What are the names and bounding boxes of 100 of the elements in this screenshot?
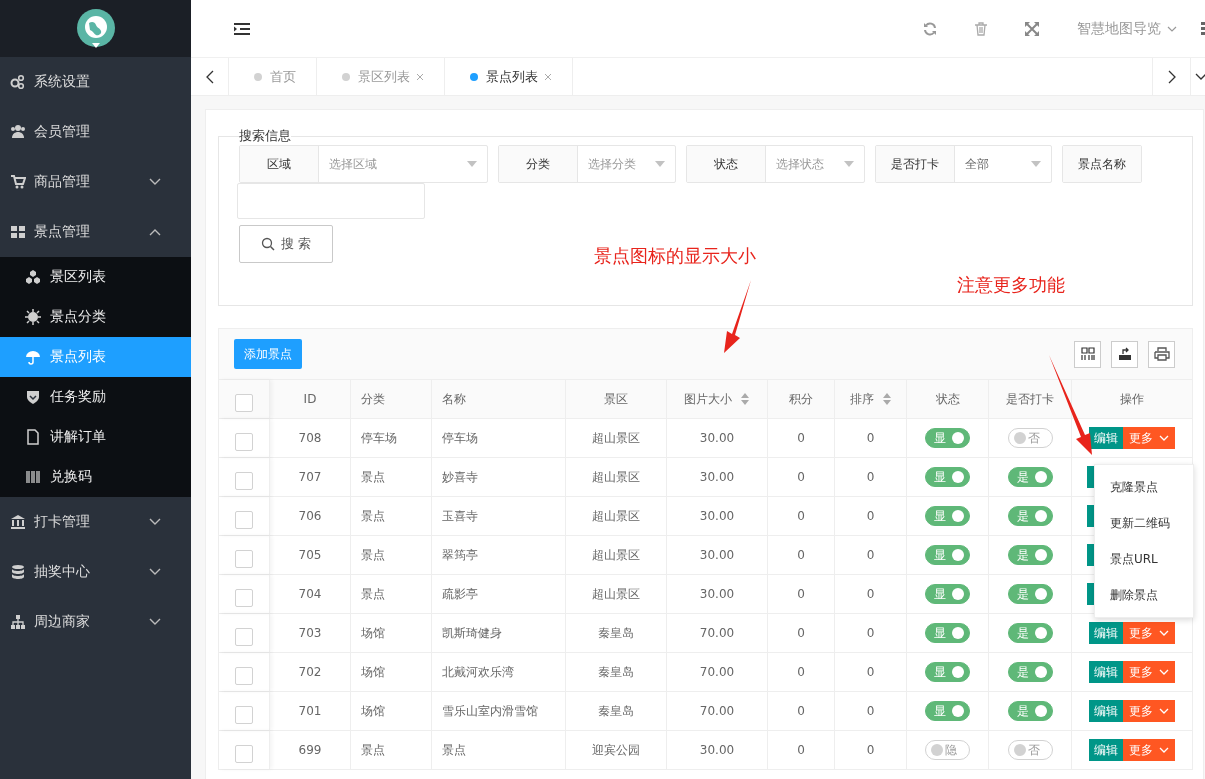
status-switch[interactable]: 隐 bbox=[925, 740, 970, 760]
close-icon[interactable] bbox=[544, 72, 552, 81]
fullscreen-icon[interactable] bbox=[1025, 21, 1039, 36]
sort-icon[interactable] bbox=[881, 393, 892, 405]
column-header: 图片大小 bbox=[684, 390, 732, 408]
edit-button[interactable]: 编辑 bbox=[1089, 700, 1123, 722]
menu-item[interactable]: 景点URL bbox=[1095, 541, 1193, 577]
table-cell: 超山景区 bbox=[592, 585, 640, 603]
database-icon bbox=[10, 564, 26, 580]
column-header: 分类 bbox=[361, 390, 385, 408]
table-cell: 秦皇岛 bbox=[598, 663, 634, 681]
table-cell: 雪乐山室内滑雪馆 bbox=[442, 702, 538, 720]
tab[interactable]: 首页 bbox=[229, 58, 317, 95]
menu-item[interactable]: 抽奖中心 bbox=[0, 547, 191, 597]
submenu-item[interactable]: 讲解订单 bbox=[0, 417, 191, 457]
row-checkbox[interactable] bbox=[235, 667, 253, 685]
menu-item[interactable]: 周边商家 bbox=[0, 597, 191, 647]
checkin-switch[interactable]: 否 bbox=[1007, 740, 1053, 760]
cart-icon bbox=[10, 174, 26, 190]
menu-item[interactable]: 系统设置 bbox=[0, 57, 191, 107]
barcode-icon bbox=[25, 469, 41, 485]
checkin-switch[interactable]: 是 bbox=[1007, 701, 1053, 721]
table-cell: 景点 bbox=[442, 741, 466, 759]
checkin-switch[interactable]: 是 bbox=[1007, 662, 1053, 682]
status-switch[interactable]: 显 bbox=[925, 545, 970, 565]
submenu-item[interactable]: 任务奖励 bbox=[0, 377, 191, 417]
more-button[interactable]: 更多 bbox=[1123, 700, 1175, 722]
edit-button[interactable]: 编辑 bbox=[1089, 661, 1123, 683]
user-menu[interactable]: 智慧地图导览 bbox=[1077, 19, 1161, 38]
status-switch[interactable]: 显 bbox=[925, 506, 970, 526]
row-checkbox[interactable] bbox=[235, 589, 253, 607]
row-checkbox[interactable] bbox=[235, 706, 253, 724]
submenu-item[interactable]: 兑换码 bbox=[0, 457, 191, 497]
table-cell: 30.00 bbox=[699, 470, 735, 484]
tab-options-button[interactable] bbox=[1190, 58, 1205, 95]
table-cell: 0 bbox=[797, 431, 805, 445]
search-icon bbox=[260, 237, 275, 251]
submenu-item[interactable]: 景区列表 bbox=[0, 257, 191, 297]
menu-item[interactable]: 商品管理 bbox=[0, 157, 191, 207]
status-switch[interactable]: 显 bbox=[925, 467, 970, 487]
row-checkbox[interactable] bbox=[235, 472, 253, 490]
table-cell: 超山景区 bbox=[592, 546, 640, 564]
submenu-item[interactable]: 景点列表 bbox=[0, 337, 191, 377]
table-cell: 70.00 bbox=[699, 626, 735, 640]
add-button[interactable]: 添加景点 bbox=[234, 339, 302, 369]
chevron-down-icon[interactable] bbox=[1167, 25, 1177, 32]
checkin-switch[interactable]: 否 bbox=[1007, 428, 1053, 448]
tab[interactable]: 景区列表 bbox=[317, 58, 445, 95]
table-cell: 30.00 bbox=[699, 431, 735, 445]
row-checkbox[interactable] bbox=[235, 433, 253, 451]
menu-item[interactable]: 克隆景点 bbox=[1095, 469, 1193, 505]
status-switch[interactable]: 显 bbox=[925, 584, 970, 604]
search-button[interactable]: 搜 索 bbox=[239, 225, 333, 263]
document-icon bbox=[25, 429, 41, 445]
refresh-icon[interactable] bbox=[923, 21, 937, 36]
row-checkbox[interactable] bbox=[235, 550, 253, 568]
column-header: 积分 bbox=[789, 390, 813, 408]
row-checkbox[interactable] bbox=[235, 511, 253, 529]
menu-icon[interactable] bbox=[234, 22, 250, 35]
sort-icon[interactable] bbox=[740, 393, 750, 405]
more-icon[interactable] bbox=[1201, 21, 1205, 36]
checkin-switch[interactable]: 是 bbox=[1007, 545, 1053, 565]
menu-item[interactable]: 打卡管理 bbox=[0, 497, 191, 547]
checkin-switch[interactable]: 是 bbox=[1007, 506, 1053, 526]
edit-button[interactable]: 编辑 bbox=[1089, 427, 1123, 449]
select-all-checkbox[interactable] bbox=[235, 394, 253, 412]
chevron-down-icon bbox=[1159, 435, 1169, 441]
export-button[interactable] bbox=[1111, 340, 1138, 368]
table-cell: 超山景区 bbox=[592, 507, 640, 525]
table-cell: 北戴河欢乐湾 bbox=[442, 663, 514, 681]
name-input[interactable] bbox=[237, 183, 425, 219]
print-button[interactable] bbox=[1148, 340, 1175, 368]
table-cell: 0 bbox=[866, 470, 875, 484]
submenu-item[interactable]: 景点分类 bbox=[0, 297, 191, 337]
menu-item[interactable]: 景点管理 bbox=[0, 207, 191, 257]
status-dot bbox=[470, 72, 478, 81]
columns-button[interactable] bbox=[1074, 340, 1101, 368]
menu-item[interactable]: 删除景点 bbox=[1095, 577, 1193, 613]
row-checkbox[interactable] bbox=[235, 745, 253, 763]
checkin-switch[interactable]: 是 bbox=[1007, 623, 1053, 643]
more-button[interactable]: 更多 bbox=[1123, 661, 1175, 683]
close-icon[interactable] bbox=[416, 72, 424, 81]
more-button[interactable]: 更多 bbox=[1123, 427, 1175, 449]
more-button[interactable]: 更多 bbox=[1123, 739, 1175, 761]
checkin-switch[interactable]: 是 bbox=[1007, 584, 1053, 604]
chevron-right-icon bbox=[1167, 69, 1176, 84]
row-checkbox[interactable] bbox=[235, 628, 253, 646]
menu-item[interactable]: 更新二维码 bbox=[1095, 505, 1193, 541]
checkin-switch[interactable]: 是 bbox=[1007, 467, 1053, 487]
status-switch[interactable]: 显 bbox=[925, 623, 970, 643]
more-button[interactable]: 更多 bbox=[1123, 622, 1175, 644]
edit-button[interactable]: 编辑 bbox=[1089, 622, 1123, 644]
status-switch[interactable]: 显 bbox=[925, 428, 970, 448]
tab[interactable]: 景点列表 bbox=[445, 58, 573, 95]
status-switch[interactable]: 显 bbox=[925, 662, 970, 682]
status-switch[interactable]: 显 bbox=[925, 701, 970, 721]
trash-icon[interactable] bbox=[975, 21, 987, 36]
edit-button[interactable]: 编辑 bbox=[1089, 739, 1123, 761]
menu-item[interactable]: 会员管理 bbox=[0, 107, 191, 157]
table-cell: 秦皇岛 bbox=[598, 624, 634, 642]
